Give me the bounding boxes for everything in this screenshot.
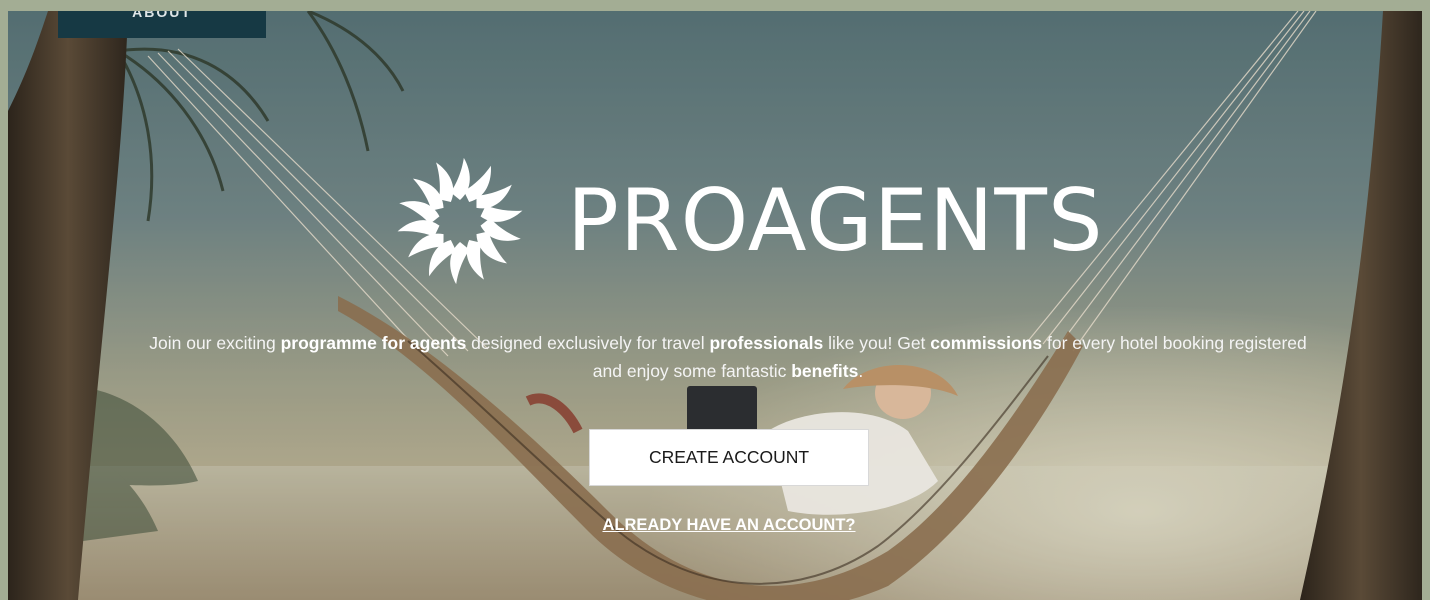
intro-highlight: professionals [709, 333, 824, 353]
intro-segment: like you! Get [823, 333, 931, 353]
intro-segment: . [858, 361, 864, 381]
intro-segment: Join our exciting [149, 333, 281, 353]
nav-tab-about[interactable]: ABOUT [58, 11, 266, 38]
create-account-button[interactable]: CREATE ACCOUNT [589, 429, 869, 486]
background-photo [8, 11, 1422, 600]
hero-section: ABOUT PROAGENTS Join our exciting progra… [8, 11, 1422, 600]
brand-name: PROAGENTS [567, 171, 1104, 271]
intro-highlight: programme for agents [280, 333, 467, 353]
intro-highlight: commissions [930, 333, 1043, 353]
already-have-account-link[interactable]: ALREADY HAVE AN ACCOUNT? [584, 516, 874, 535]
intro-text: Join our exciting programme for agents d… [148, 329, 1308, 385]
intro-highlight: benefits [791, 361, 859, 381]
sun-icon [397, 157, 523, 285]
brand-logo: PROAGENTS [393, 151, 1104, 291]
intro-segment: designed exclusively for travel [466, 333, 710, 353]
nav-tab-label: ABOUT [132, 11, 192, 20]
